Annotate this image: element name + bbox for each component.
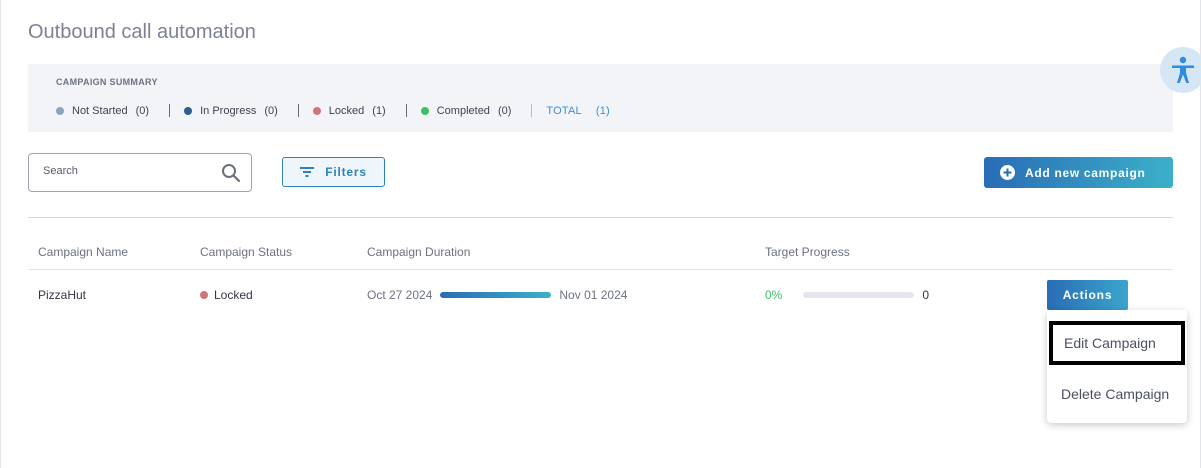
stat-total: TOTAL (1) — [546, 105, 609, 117]
end-date: Nov 01 2024 — [559, 288, 628, 302]
add-campaign-label: Add new campaign — [1025, 165, 1146, 180]
stat-in-progress: In Progress (0) — [184, 105, 278, 117]
stat-label: In Progress — [200, 104, 257, 117]
stat-completed: Completed (0) — [420, 104, 512, 117]
target-count: 0 — [922, 288, 930, 302]
stat-count: (1) — [595, 104, 610, 117]
actions-dropdown-menu: Edit Campaign Delete Campaign — [1047, 310, 1187, 423]
edit-campaign-menu-item[interactable]: Edit Campaign — [1049, 321, 1185, 365]
column-header-progress: Target Progress — [765, 245, 850, 259]
duration-bar — [440, 292, 552, 298]
filters-label: Filters — [325, 165, 367, 179]
divider — [297, 104, 299, 117]
search-input[interactable] — [43, 165, 213, 177]
actions-button[interactable]: Actions — [1047, 280, 1128, 310]
campaign-duration: Oct 27 2024 Nov 01 2024 — [367, 288, 627, 302]
campaign-summary: CAMPAIGN SUMMARY Not Started (0) In Prog… — [28, 64, 1173, 132]
search-icon[interactable] — [221, 163, 241, 188]
table-row: PizzaHut Locked Oct 27 2024 Nov 01 2024 … — [28, 280, 1173, 310]
stat-count: (0) — [497, 104, 512, 117]
delete-campaign-menu-item[interactable]: Delete Campaign — [1047, 372, 1187, 416]
stat-label: Locked — [328, 104, 365, 117]
summary-heading: CAMPAIGN SUMMARY — [56, 77, 158, 87]
filters-button[interactable]: Filters — [282, 157, 385, 187]
status-dot — [420, 106, 429, 115]
stat-label: Completed — [436, 104, 490, 117]
plus-circle-icon — [1000, 165, 1015, 180]
status-label: Locked — [214, 288, 253, 302]
table-header: Campaign Name Campaign Status Campaign D… — [28, 240, 1173, 270]
progress-percent: 0% — [765, 288, 783, 302]
status-dot — [184, 106, 193, 115]
summary-stats: Not Started (0) In Progress (0) Locked (… — [56, 104, 610, 117]
search-box — [28, 153, 252, 192]
filter-icon — [300, 167, 315, 177]
stat-count: (0) — [264, 104, 278, 117]
campaign-status: Locked — [200, 288, 253, 302]
start-date: Oct 27 2024 — [367, 288, 433, 302]
divider — [531, 104, 533, 117]
stat-label: Not Started — [72, 104, 128, 117]
progress-bar — [803, 292, 915, 298]
stat-label: TOTAL — [546, 104, 582, 117]
target-progress: 0% 0 — [765, 288, 929, 302]
stat-locked: Locked (1) — [312, 104, 386, 117]
status-dot — [312, 106, 321, 115]
campaign-name: PizzaHut — [38, 288, 87, 302]
status-dot — [200, 291, 208, 299]
accessibility-button[interactable] — [1160, 47, 1201, 93]
page-title: Outbound call automation — [28, 21, 256, 43]
section-divider — [28, 217, 1173, 218]
column-header-duration: Campaign Duration — [367, 245, 471, 259]
divider — [169, 104, 171, 117]
column-header-name: Campaign Name — [38, 245, 129, 259]
stat-count: (0) — [135, 104, 150, 117]
stat-not-started: Not Started (0) — [56, 105, 149, 117]
divider — [405, 104, 407, 117]
column-header-status: Campaign Status — [200, 245, 293, 259]
accessibility-icon — [1172, 56, 1194, 83]
add-campaign-button[interactable]: Add new campaign — [984, 157, 1173, 188]
stat-count: (1) — [372, 104, 386, 117]
status-dot — [56, 106, 64, 115]
